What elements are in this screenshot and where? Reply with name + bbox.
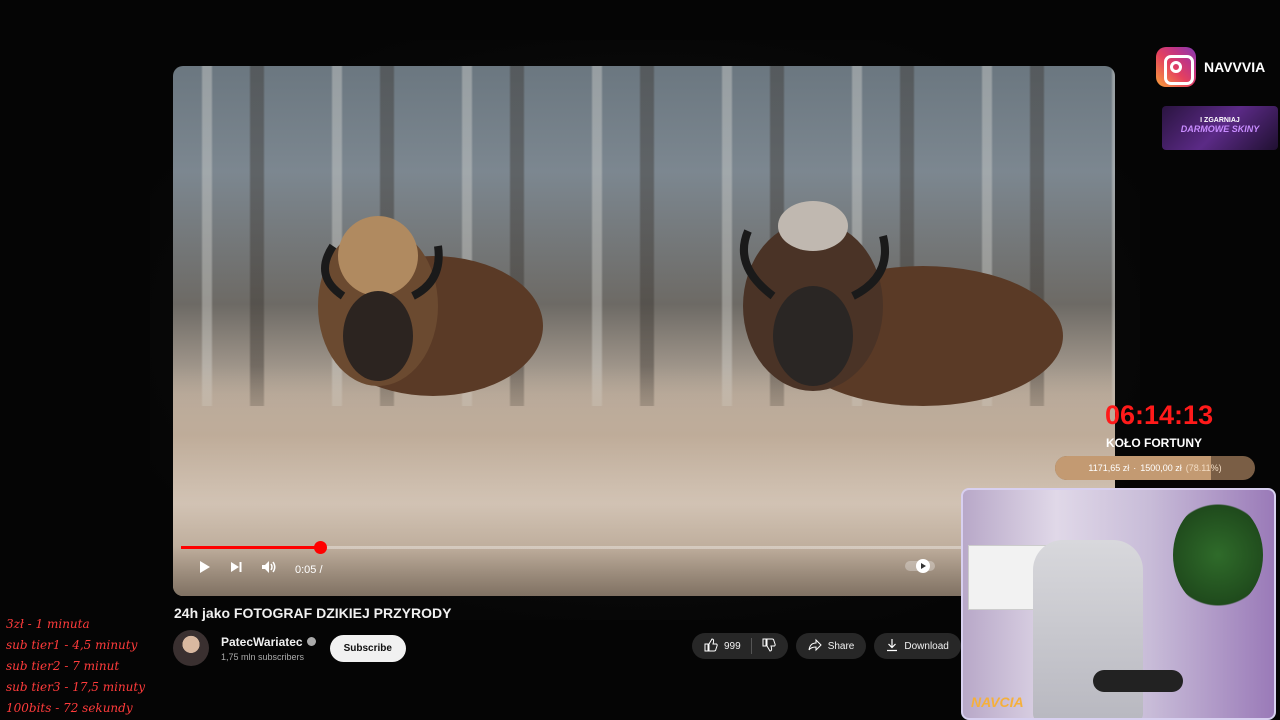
subathon-timer: 06:14:13 — [1105, 400, 1214, 430]
rule-item: 3zł - 1 minuta — [6, 617, 90, 631]
video-actions: 999 Share Download — [692, 633, 961, 659]
skins-banner: I ZGARNIAJ DARMOWE SKINY — [1162, 106, 1278, 150]
rule-item: sub tier1 - 4,5 minuty — [6, 638, 138, 652]
wheel-label: KOŁO FORTUNY — [1106, 436, 1202, 450]
instagram-icon — [1156, 47, 1196, 87]
goal-current: 1171,65 zł — [1088, 463, 1130, 473]
download-icon — [886, 638, 898, 655]
progress-scrubber[interactable] — [313, 541, 327, 554]
like-count[interactable]: 999 — [724, 641, 741, 652]
channel-row: PatecWariatec 1,75 mln subscribers Subsc… — [173, 630, 406, 666]
download-button[interactable]: Download — [874, 633, 961, 659]
skins-banner-line2: DARMOWE SKINY — [1180, 124, 1260, 134]
webcam-plant — [1173, 500, 1263, 610]
channel-avatar[interactable] — [173, 630, 209, 666]
thumbs-down-icon[interactable] — [762, 638, 776, 655]
next-icon[interactable] — [229, 560, 243, 579]
webcam-gaming-chair — [1033, 540, 1143, 718]
subscribe-button[interactable]: Subscribe — [329, 634, 406, 662]
play-icon[interactable] — [197, 560, 211, 579]
channel-name[interactable]: PatecWariatec — [221, 635, 303, 649]
like-dislike-group: 999 — [692, 633, 788, 659]
goal-separator: · — [1133, 463, 1137, 473]
share-label: Share — [827, 640, 855, 652]
video-title: 24h jako FOTOGRAF DZIKIEJ PRZYRODY — [174, 605, 452, 621]
share-button[interactable]: Share — [795, 633, 867, 659]
volume-icon[interactable] — [261, 560, 277, 579]
autoplay-toggle[interactable] — [905, 558, 945, 579]
instagram-overlay: NAVVVIA — [1156, 47, 1265, 87]
thumbs-up-icon[interactable] — [704, 637, 718, 655]
rule-item: 100bits - 72 sekundy — [6, 701, 133, 715]
goal-target: 1500,00 zł — [1140, 463, 1182, 473]
bison-right — [739, 201, 1063, 406]
progress-fill — [181, 546, 320, 549]
instagram-handle: NAVVVIA — [1204, 59, 1266, 75]
bison-left — [318, 216, 543, 396]
rule-item: sub tier2 - 7 minut — [6, 659, 120, 673]
verified-icon — [306, 637, 316, 646]
donation-goal-bar: 1171,65 zł · 1500,00 zł (78.11%) — [1055, 456, 1255, 480]
webcam-feed: NAVCIA — [961, 488, 1276, 720]
webcam-microphone — [1093, 670, 1183, 692]
download-label: Download — [904, 640, 949, 652]
skins-banner-line1: I ZGARNIAJ — [1200, 117, 1240, 124]
channel-info: PatecWariatec 1,75 mln subscribers — [221, 635, 316, 662]
time-display: 0:05 / — [295, 563, 323, 576]
rule-item: sub tier3 - 17,5 minuty — [6, 680, 146, 694]
donation-rules: 3zł - 1 minuta sub tier1 - 4,5 minuty su… — [6, 614, 145, 719]
like-separator — [750, 638, 752, 654]
goal-percent: (78.11%) — [1185, 463, 1222, 473]
subscriber-count: 1,75 mln subscribers — [221, 651, 305, 662]
share-icon — [808, 638, 822, 655]
webcam-logo: NAVCIA — [971, 694, 1024, 710]
